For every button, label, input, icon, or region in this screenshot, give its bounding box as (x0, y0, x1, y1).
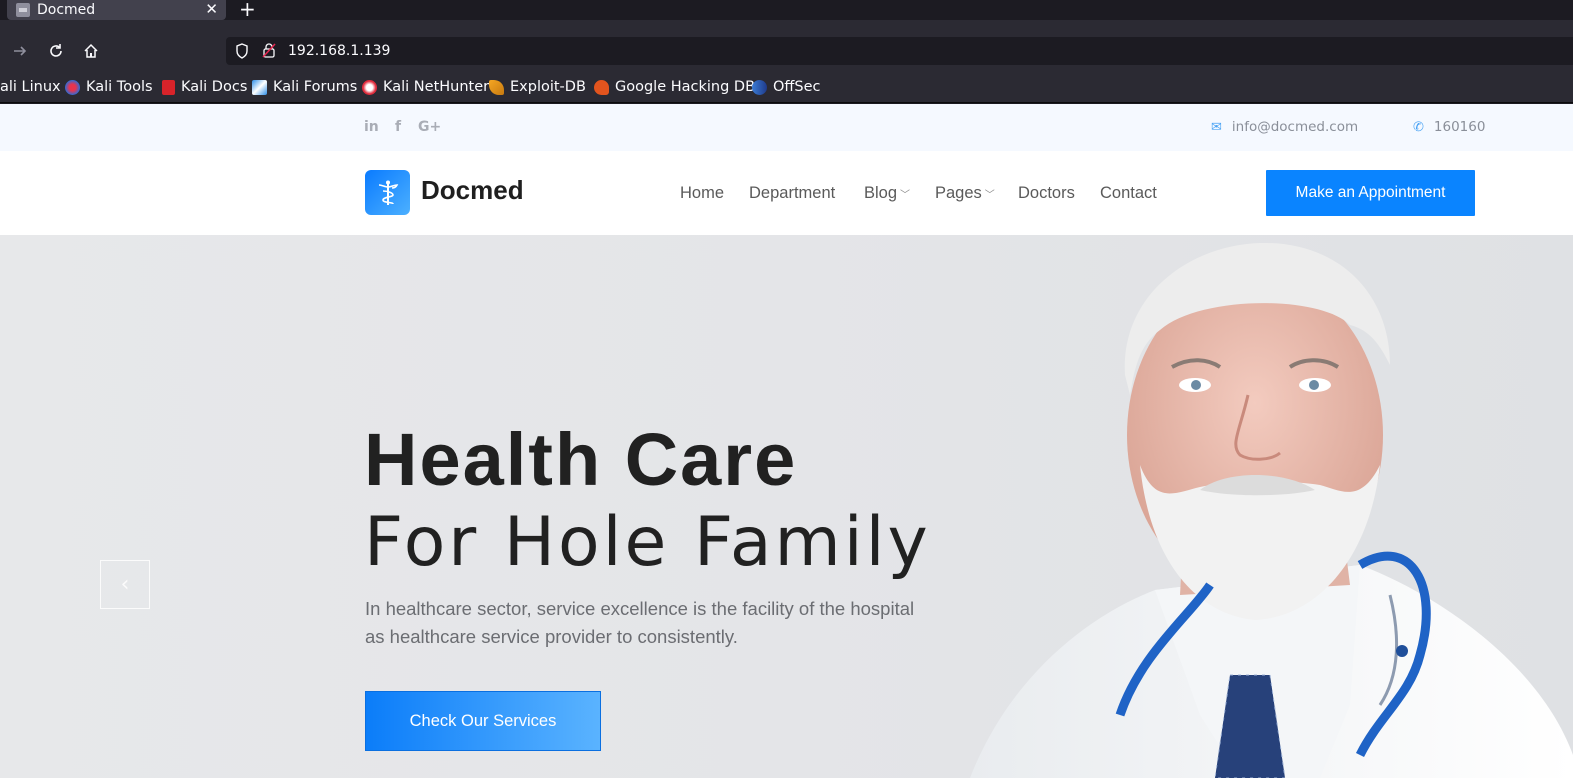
top-info-bar: in f G+ ✉ info@docmed.com ✆ 160160 (0, 104, 1573, 151)
browser-tab-strip: Docmed ✕ + (0, 0, 1573, 20)
bookmark-label: Kali Tools (86, 79, 153, 95)
make-appointment-button[interactable]: Make an Appointment (1266, 170, 1475, 216)
tab-favicon-icon (16, 3, 30, 17)
kali-forums-icon (252, 79, 267, 95)
nav-blog[interactable]: Blog ﹀ (864, 183, 910, 206)
nav-department[interactable]: Department (749, 183, 835, 203)
bookmark-label: ali Linux (0, 79, 61, 95)
hero-subtitle: In healthcare sector, service excellence… (365, 598, 915, 647)
bookmarks-bar: ali Linux Kali Tools Kali Docs Kali Foru… (0, 72, 1573, 103)
kali-docs-icon (162, 79, 175, 95)
url-bar[interactable]: 192.168.1.139 (226, 37, 1573, 65)
hero-slider: ‹ Health Care For Hole Family In healthc… (0, 235, 1573, 778)
kali-nethunter-icon (362, 79, 377, 95)
linkedin-icon[interactable]: in (364, 119, 379, 136)
site-header: Docmed Home Department Blog ﹀ Pages ﹀ Doct… (0, 151, 1573, 235)
nav-contact[interactable]: Contact (1100, 183, 1157, 203)
url-text: 192.168.1.139 (288, 43, 391, 59)
shield-icon[interactable] (235, 43, 249, 63)
hero-title: Health Care (364, 418, 798, 501)
kali-tools-icon (65, 79, 80, 95)
bookmark-label: Kali Forums (273, 79, 358, 95)
offsec-icon (752, 79, 767, 95)
envelope-icon: ✉ (1211, 119, 1222, 135)
bookmark-label: Google Hacking DB (615, 79, 756, 95)
forward-icon[interactable] (9, 40, 31, 62)
email-text: info@docmed.com (1231, 119, 1359, 135)
facebook-icon[interactable]: f (395, 119, 401, 136)
insecure-lock-icon[interactable] (262, 42, 276, 62)
nav-pages-label: Pages (935, 184, 982, 202)
bookmark-offsec[interactable]: OffSec (752, 77, 821, 97)
bookmark-google-hacking-db[interactable]: Google Hacking DB (594, 77, 755, 97)
chevron-down-icon: ﹀ (900, 190, 911, 201)
web-page: in f G+ ✉ info@docmed.com ✆ 160160 Docme… (0, 104, 1573, 778)
reload-icon[interactable] (45, 40, 67, 62)
bookmark-label: Kali NetHunter (383, 79, 490, 95)
bookmark-exploit-db[interactable]: Exploit-DB (489, 77, 586, 97)
bookmark-kali-docs[interactable]: Kali Docs (162, 77, 247, 97)
tab-close-icon[interactable]: ✕ (205, 0, 218, 19)
nav-blog-label: Blog (864, 184, 898, 202)
hero-title-secondary: For Hole Family (364, 503, 931, 582)
bookmark-kali-tools[interactable]: Kali Tools (65, 77, 153, 97)
chevron-down-icon: ﹀ (984, 190, 995, 201)
exploit-db-icon (489, 79, 504, 95)
email-contact[interactable]: ✉ info@docmed.com (1211, 119, 1358, 135)
new-tab-icon[interactable]: + (239, 0, 256, 20)
nav-doctors[interactable]: Doctors (1018, 183, 1075, 203)
tab-title: Docmed (37, 2, 96, 18)
brand-name[interactable]: Docmed (421, 175, 524, 206)
caduceus-logo-icon[interactable] (365, 170, 410, 215)
phone-contact[interactable]: ✆ 160160 (1413, 119, 1485, 135)
bookmark-label: Exploit-DB (510, 79, 586, 95)
bookmark-kali-nethunter[interactable]: Kali NetHunter (362, 77, 489, 97)
chevron-left-icon: ‹ (120, 572, 130, 597)
doctor-photo (970, 242, 1573, 778)
bookmark-kali-linux[interactable]: ali Linux (0, 77, 61, 97)
bookmark-label: OffSec (773, 79, 821, 95)
bookmark-label: Kali Docs (181, 79, 248, 95)
check-services-button[interactable]: Check Our Services (365, 691, 601, 751)
slider-prev-button[interactable]: ‹ (100, 560, 150, 609)
browser-tab[interactable]: Docmed ✕ (7, 0, 226, 20)
nav-home[interactable]: Home (680, 183, 724, 203)
ghdb-icon (594, 79, 609, 95)
home-icon[interactable] (80, 40, 102, 62)
bookmark-kali-forums[interactable]: Kali Forums (252, 77, 357, 97)
nav-pages[interactable]: Pages ﹀ (935, 183, 995, 206)
google-plus-icon[interactable]: G+ (418, 119, 441, 136)
phone-text: 160160 (1433, 119, 1486, 135)
phone-icon: ✆ (1413, 119, 1424, 135)
